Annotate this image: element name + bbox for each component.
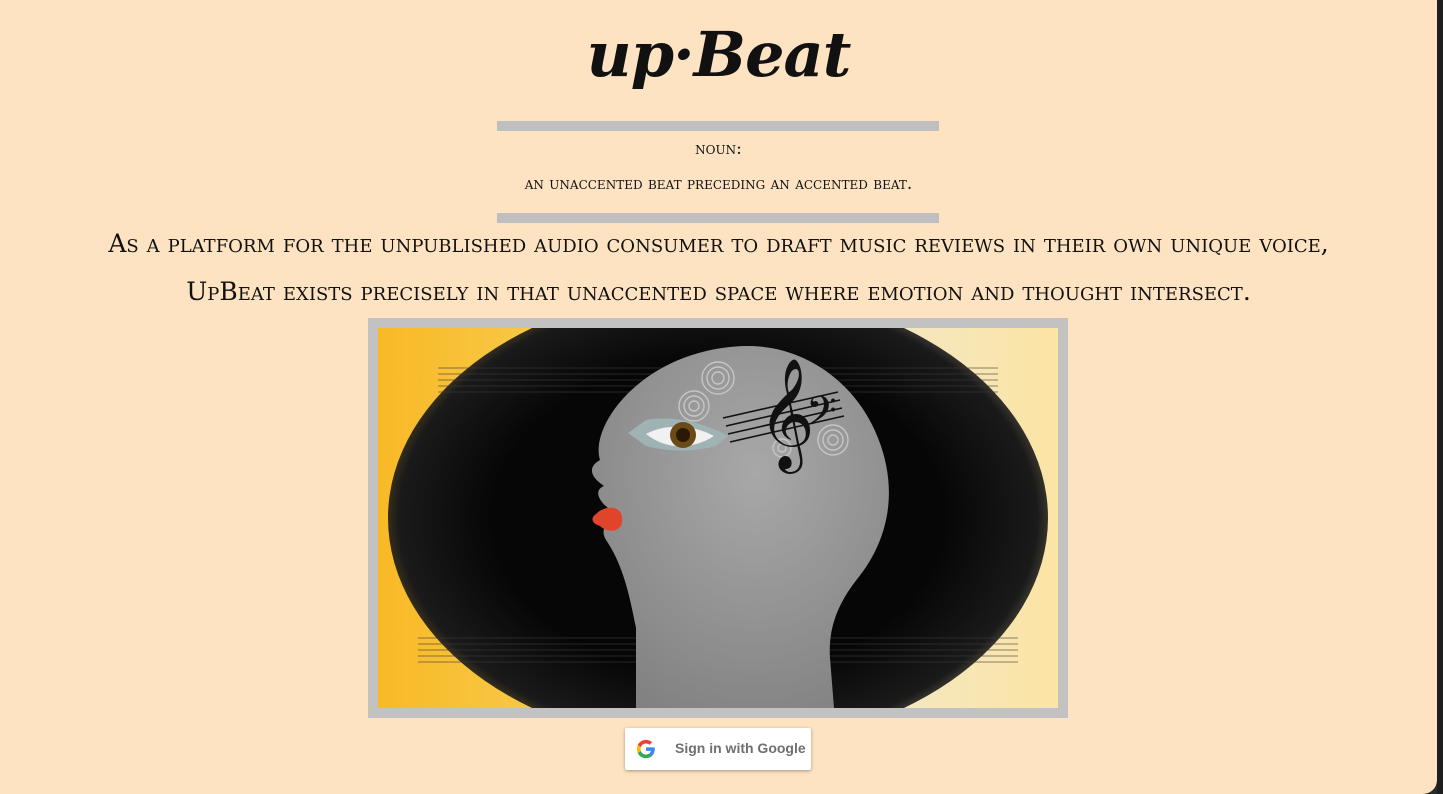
hero-image-frame: 𝄞 𝄢: [368, 318, 1068, 718]
svg-text:𝄢: 𝄢: [806, 388, 837, 444]
definition-part-of-speech: noun:: [695, 139, 742, 159]
page-title: up·Beat: [586, 18, 852, 91]
window-edge: [1437, 0, 1443, 794]
hero-image: 𝄞 𝄢: [378, 328, 1058, 708]
divider-top: [497, 121, 939, 131]
google-signin-label: Sign in with Google: [675, 740, 806, 756]
tagline-line-1: As a platform for the unpublished audio …: [108, 229, 1329, 258]
landing-page: up·Beat noun: an unaccented beat precedi…: [0, 0, 1437, 794]
google-signin-button[interactable]: Sign in with Google: [625, 728, 811, 770]
definition-text: an unaccented beat preceding an accented…: [524, 174, 913, 194]
google-g-icon: [636, 739, 655, 759]
tagline-line-2: UpBeat exists precisely in that unaccent…: [186, 277, 1251, 306]
head-with-music-clef-illustration: 𝄞 𝄢: [378, 328, 1058, 708]
divider-bottom: [497, 213, 939, 223]
